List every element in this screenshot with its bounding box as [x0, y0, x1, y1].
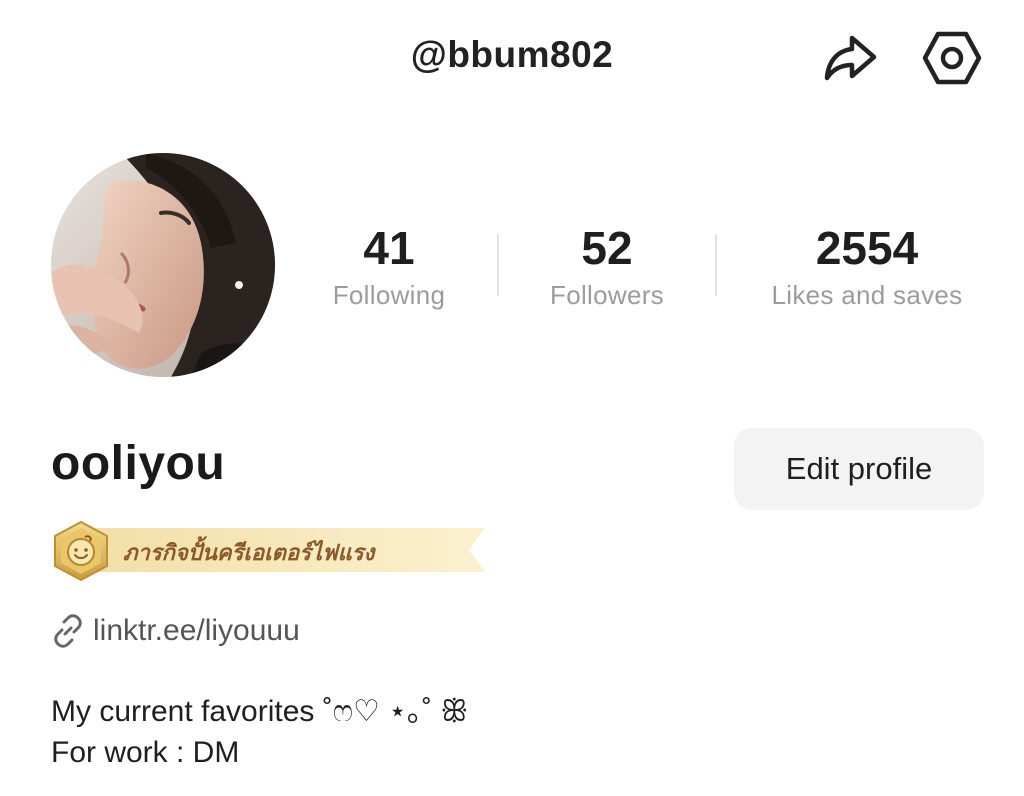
stat-followers[interactable]: 52 Followers [537, 220, 677, 311]
stat-likes-and-saves[interactable]: 2554 Likes and saves [756, 220, 978, 311]
followers-count: 52 [581, 222, 633, 274]
avatar[interactable] [51, 153, 275, 377]
link-icon [54, 614, 82, 648]
avatar-photo [51, 153, 275, 377]
likes-label: Likes and saves [771, 280, 963, 310]
following-label: Following [332, 280, 446, 310]
link-text[interactable]: linktr.ee/liyouuu [93, 614, 300, 648]
creator-badge[interactable]: ภารกิจปั้นครีเอเตอร์ไฟแรง [51, 520, 491, 584]
profile-link[interactable]: linktr.ee/liyouuu [51, 614, 300, 648]
bio-line: For work : DM [51, 736, 240, 769]
followers-label: Followers [550, 280, 664, 310]
bio-line: My current favorites ˚ෆ♡ ⋆｡˚ ꕥ [51, 695, 469, 728]
share-button[interactable] [818, 26, 882, 90]
stat-following[interactable]: 41 Following [318, 220, 460, 311]
edit-profile-button[interactable]: Edit profile [734, 428, 984, 510]
share-icon [824, 35, 877, 81]
settings-hexagon-icon [922, 31, 982, 85]
stat-divider [497, 234, 499, 296]
likes-count: 2554 [815, 222, 919, 274]
profile-name: ooliyou [51, 437, 226, 490]
following-count: 41 [363, 222, 415, 274]
badge-label: ภารกิจปั้นครีเอเตอร์ไฟแรง [123, 541, 375, 566]
stat-divider [715, 234, 717, 296]
settings-button[interactable] [920, 26, 984, 90]
smiley-medal-icon [54, 520, 108, 582]
